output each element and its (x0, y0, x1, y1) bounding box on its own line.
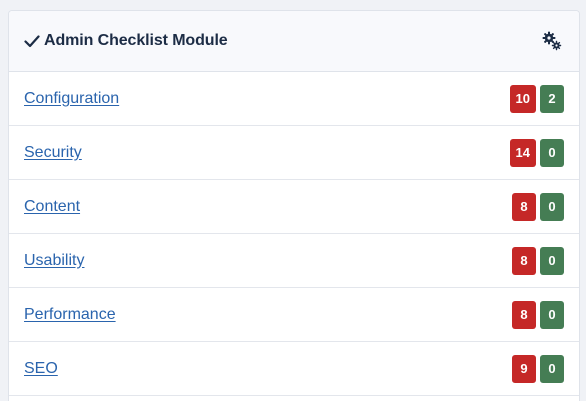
badge-group: 10 2 (509, 84, 564, 113)
fail-count-badge: 9 (512, 354, 536, 383)
category-link-content[interactable]: Content (24, 198, 80, 216)
list-item: SEO 9 0 (9, 342, 579, 396)
checklist-category-list: Configuration 10 2 Security 14 0 Content… (9, 72, 579, 396)
pass-count-badge: 0 (540, 300, 564, 329)
pass-count-badge: 0 (540, 192, 564, 221)
fail-count-badge: 8 (512, 246, 536, 275)
badge-group: 8 0 (512, 246, 564, 275)
badge-group: 14 0 (509, 138, 564, 167)
module-title-wrap: Admin Checklist Module (24, 32, 228, 50)
check-icon (24, 35, 40, 48)
pass-count-badge: 0 (540, 246, 564, 275)
list-item: Configuration 10 2 (9, 72, 579, 126)
badge-group: 9 0 (512, 354, 564, 383)
category-link-configuration[interactable]: Configuration (24, 90, 119, 108)
badge-group: 8 0 (512, 300, 564, 329)
pass-count-badge: 2 (540, 84, 564, 113)
admin-checklist-module: Admin Checklist Module Configuration 10 … (8, 10, 580, 401)
list-item: Usability 8 0 (9, 234, 579, 288)
module-title: Admin Checklist Module (44, 32, 228, 49)
category-link-performance[interactable]: Performance (24, 306, 116, 324)
list-item: Security 14 0 (9, 126, 579, 180)
fail-count-badge: 8 (512, 300, 536, 329)
pass-count-badge: 0 (540, 138, 564, 167)
pass-count-badge: 0 (540, 354, 564, 383)
category-link-security[interactable]: Security (24, 144, 82, 162)
category-link-seo[interactable]: SEO (24, 360, 58, 378)
list-item: Performance 8 0 (9, 288, 579, 342)
settings-gears-button[interactable] (541, 30, 563, 52)
category-link-usability[interactable]: Usability (24, 252, 84, 270)
module-header: Admin Checklist Module (9, 11, 579, 72)
badge-group: 8 0 (512, 192, 564, 221)
fail-count-badge: 14 (509, 138, 536, 167)
fail-count-badge: 8 (512, 192, 536, 221)
fail-count-badge: 10 (509, 84, 536, 113)
list-item: Content 8 0 (9, 180, 579, 234)
gears-icon (542, 31, 562, 51)
